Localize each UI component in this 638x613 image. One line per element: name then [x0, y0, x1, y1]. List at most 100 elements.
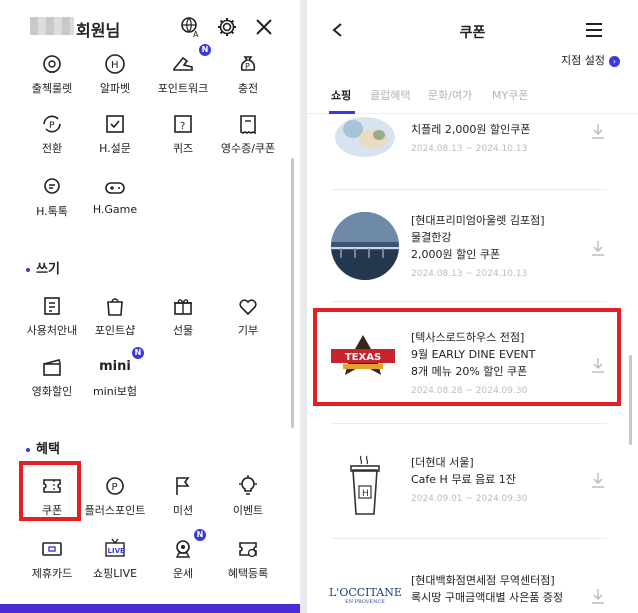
- coupon-divider: [331, 538, 607, 539]
- tab-my-coupon[interactable]: MY쿠폰: [492, 87, 528, 103]
- coupon-header: 쿠폰 지점 설정 ›: [307, 0, 638, 67]
- menu-item-label: 출첵룰렛: [31, 82, 73, 95]
- coupon-title-line: 록시땅 구매금액대별 사은품 증정: [411, 591, 564, 604]
- fortune-icon: [175, 540, 191, 558]
- new-badge: N: [194, 529, 206, 541]
- svg-text:?: ?: [180, 121, 185, 132]
- coupon-period: 2024.08.13 ~ 2024.10.13: [411, 144, 528, 154]
- menu-item-partner-card[interactable]: 제휴카드: [17, 537, 87, 581]
- coupon-list-scrollbar[interactable]: [629, 355, 632, 445]
- tab-shopping[interactable]: 쇼핑: [331, 87, 351, 103]
- logo-text: L'OCCITANE: [329, 586, 402, 599]
- translate-icon[interactable]: A: [180, 16, 202, 38]
- money-bag-icon: P: [240, 56, 256, 71]
- food-plate-image: [331, 115, 399, 165]
- download-icon[interactable]: [591, 123, 605, 139]
- svg-text:P: P: [49, 121, 55, 131]
- menu-item-label: 영수증/쿠폰: [220, 142, 276, 155]
- menu-item-store-guide[interactable]: 사용처안내: [17, 294, 87, 338]
- coupon-period: 2024.09.01 ~ 2024.09.30: [411, 494, 528, 504]
- coupon-item[interactable]: 치플레 2,000원 할인쿠폰 2024.08.13 ~ 2024.10.13: [307, 115, 638, 188]
- live-text: LIVE: [108, 547, 125, 555]
- branch-setting-link[interactable]: 지점 설정 ›: [561, 52, 620, 68]
- ticket-register-icon: [239, 542, 257, 558]
- menu-item-event[interactable]: 이벤트: [213, 474, 283, 518]
- coupon-title-line: 2,000원 할인 쿠폰: [411, 248, 501, 261]
- coupon-item[interactable]: [현대프리미엄아울렛 김포점] 물결한강 2,000원 할인 쿠폰 2024.0…: [307, 190, 638, 300]
- quiz-icon: ?: [174, 115, 192, 133]
- menu-item-label: mini보험: [92, 385, 138, 398]
- menu-item-label: 플러스포인트: [84, 504, 146, 517]
- menu-item-label: H.설문: [99, 142, 131, 155]
- menu-item-receipt[interactable]: 영수증/쿠폰: [213, 112, 283, 156]
- menu-item-label: 이벤트: [232, 504, 264, 517]
- menu-item-quiz[interactable]: ? 퀴즈: [148, 112, 218, 156]
- menu-item-label: 사용처안내: [26, 324, 78, 337]
- new-badge: N: [132, 347, 144, 359]
- menu-item-charge[interactable]: P 충전: [213, 52, 283, 96]
- store-guide-icon: [44, 297, 60, 315]
- loccitane-logo: L'OCCITANE EN PROVENCE: [329, 586, 402, 605]
- menu-item-mission[interactable]: 미션: [148, 474, 218, 518]
- flag-icon: [176, 477, 190, 495]
- tab-club-benefit[interactable]: 클럽혜택: [370, 87, 410, 103]
- active-tab-indicator: [329, 111, 355, 114]
- menu-item-label: 미션: [172, 504, 194, 517]
- svg-text:A: A: [193, 30, 199, 38]
- tab-culture-leisure[interactable]: 문화/여가: [428, 87, 472, 103]
- menu-item-h-talk[interactable]: H.톡톡: [17, 175, 87, 219]
- chat-icon: [44, 178, 60, 194]
- download-icon[interactable]: [591, 588, 605, 604]
- menu-item-point-shop[interactable]: 포인트샵: [80, 294, 150, 338]
- section-benefit-heading: 혜택: [26, 438, 60, 457]
- coupon-screen: 쿠폰 지점 설정 › 쇼핑 클럽혜택 문화/여가 MY쿠폰 치플레 2,000원 …: [307, 0, 638, 613]
- download-icon[interactable]: [591, 472, 605, 488]
- coupon-item[interactable]: L'OCCITANE EN PROVENCE [현대백화점면세점 무역센터점] …: [307, 540, 638, 613]
- menu-item-benefit-register[interactable]: 혜택등록: [213, 537, 283, 581]
- menu-item-roulette[interactable]: 출첵룰렛: [17, 52, 87, 96]
- menu-item-label: 혜택등록: [227, 567, 269, 580]
- hamburger-menu-icon[interactable]: [585, 22, 603, 38]
- menu-item-movie-discount[interactable]: 영화할인: [17, 355, 87, 399]
- svg-text:P: P: [245, 62, 250, 71]
- svg-text:H: H: [362, 489, 369, 499]
- coupon-title-line: Cafe H 무료 음료 1잔: [411, 473, 516, 486]
- menu-item-donate[interactable]: 기부: [213, 294, 283, 338]
- screenshot-composite: 회원님 A 출첵룰렛 H 알파벳 포인트워크 N P 충전 P 전환 H.설문 …: [0, 0, 638, 613]
- new-badge: N: [199, 44, 211, 56]
- menu-item-point-walk[interactable]: 포인트워크 N: [148, 44, 218, 96]
- coupon-title-line: [현대프리미엄아울렛 김포점]: [411, 214, 545, 227]
- menu-item-plus-point[interactable]: P 플러스포인트: [80, 474, 150, 518]
- greeting-text: 회원님: [76, 21, 121, 40]
- gift-icon: [174, 299, 192, 315]
- menu-item-fortune[interactable]: 운세 N: [148, 529, 218, 581]
- coupon-period: 2024.08.13 ~ 2024.10.13: [411, 269, 528, 279]
- gear-icon[interactable]: [216, 16, 238, 38]
- menu-item-survey[interactable]: H.설문: [80, 112, 150, 156]
- shopping-bag-icon: [107, 298, 123, 316]
- menu-panel: 회원님 A 출첵룰렛 H 알파벳 포인트워크 N P 충전 P 전환 H.설문 …: [0, 0, 300, 613]
- close-icon[interactable]: [253, 16, 275, 38]
- menu-item-gift[interactable]: 선물: [148, 294, 218, 338]
- menu-item-mini-insurance[interactable]: mini mini보험 N: [80, 347, 150, 399]
- menu-item-label: 쇼핑LIVE: [92, 567, 138, 580]
- menu-item-alphabet[interactable]: H 알파벳: [80, 52, 150, 96]
- roulette-icon: [43, 55, 61, 73]
- menu-item-h-game[interactable]: H.Game: [80, 175, 150, 216]
- menu-item-label: 퀴즈: [172, 142, 194, 155]
- coupon-title-line: 물결한강: [411, 231, 452, 244]
- menu-item-convert[interactable]: P 전환: [17, 112, 87, 156]
- point-convert-icon: P: [43, 115, 61, 133]
- highlight-box-texas-coupon: [313, 308, 621, 406]
- sneaker-icon: [173, 56, 193, 71]
- download-icon[interactable]: [591, 240, 605, 256]
- menu-header: 회원님 A: [0, 0, 300, 44]
- coffee-cup-image: H: [350, 455, 380, 515]
- card-icon: [42, 542, 62, 556]
- section-write-heading: 쓰기: [26, 258, 60, 277]
- menu-scrollbar[interactable]: [291, 158, 294, 428]
- highlight-box-coupon-menu: [19, 461, 81, 521]
- menu-item-shopping-live[interactable]: LIVE 쇼핑LIVE: [80, 537, 150, 581]
- receipt-icon: [240, 115, 256, 135]
- coupon-item[interactable]: H [더현대 서울] Cafe H 무료 음료 1잔 2024.09.01 ~ …: [307, 424, 638, 536]
